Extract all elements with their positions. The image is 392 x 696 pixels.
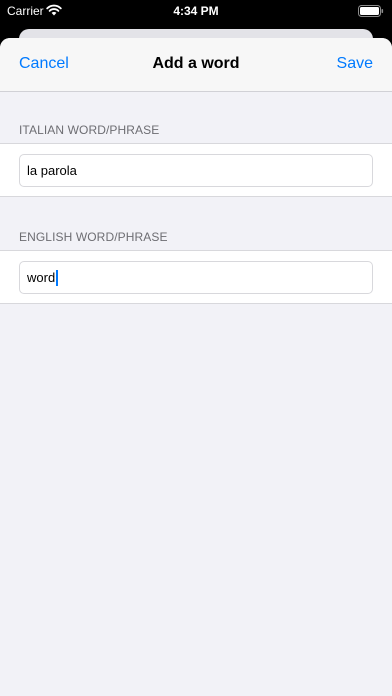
battery-icon (358, 5, 384, 17)
italian-word-input[interactable] (19, 154, 373, 187)
page-title: Add a word (152, 55, 240, 72)
add-word-sheet: Cancel Add a word Save ITALIAN WORD/PHRA… (0, 38, 392, 696)
navigation-bar: Cancel Add a word Save (0, 38, 392, 92)
english-section-cell (0, 250, 392, 304)
english-section-header: ENGLISH WORD/PHRASE (19, 230, 168, 244)
status-bar: Carrier 4:34 PM (0, 0, 392, 22)
text-cursor (56, 270, 58, 286)
english-word-input[interactable] (19, 261, 373, 294)
save-button[interactable]: Save (337, 55, 373, 73)
italian-section-header: ITALIAN WORD/PHRASE (19, 123, 160, 137)
italian-section-cell (0, 143, 392, 197)
screen: Carrier 4:34 PM Cancel Add a word Save I… (0, 0, 392, 696)
status-time: 4:34 PM (173, 4, 219, 18)
